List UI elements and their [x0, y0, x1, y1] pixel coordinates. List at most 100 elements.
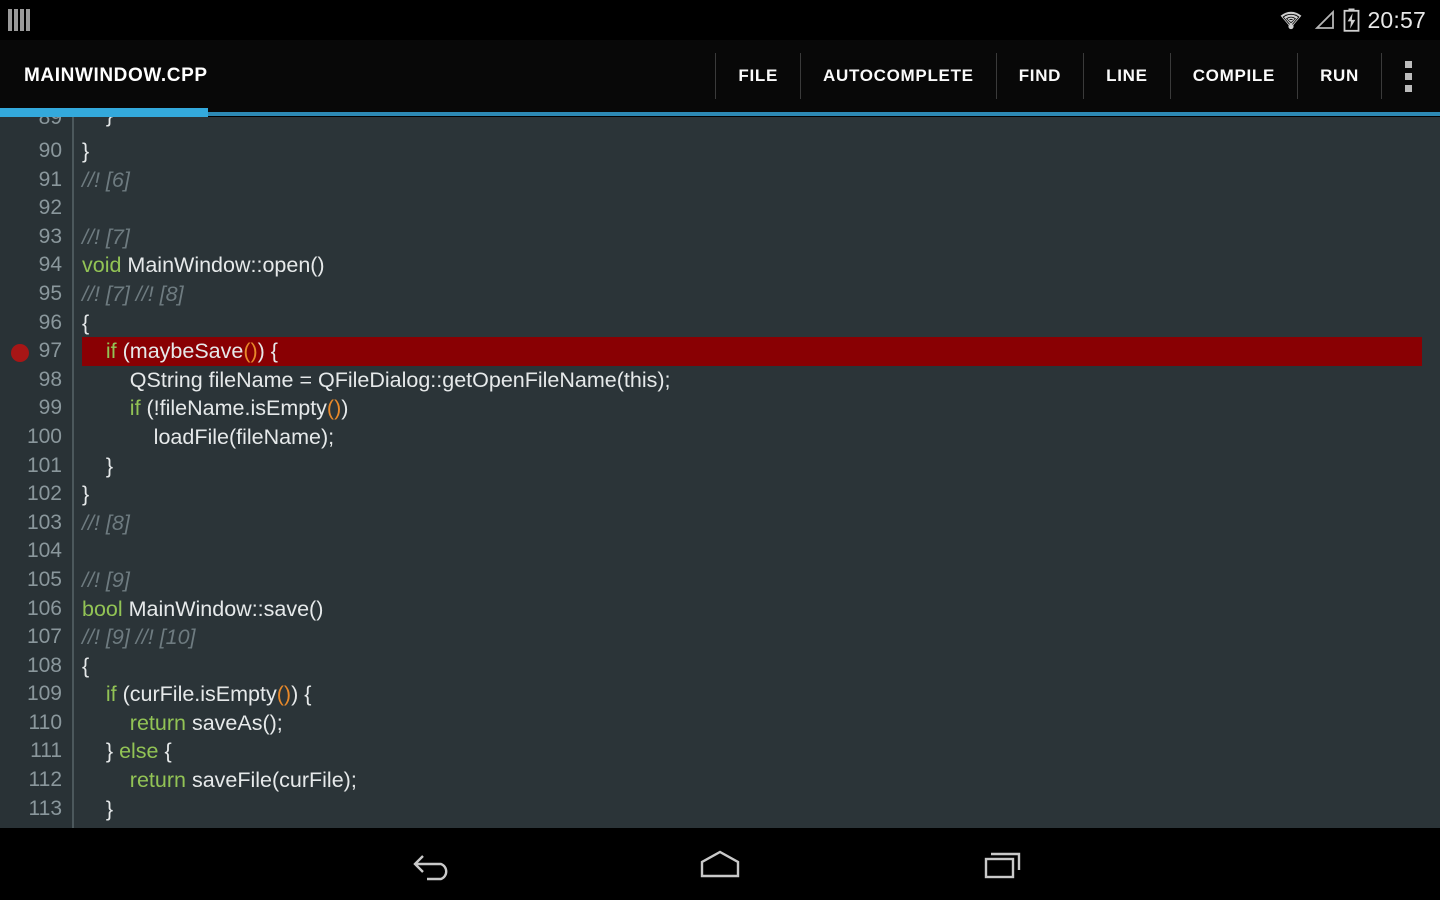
line-number: 90 — [38, 139, 62, 162]
code-line-89[interactable]: 89 } — [0, 117, 1440, 137]
code-line-110[interactable]: 110 return saveAs(); — [0, 709, 1440, 738]
token-pl: ) — [341, 396, 349, 421]
code-line-97[interactable]: 97 if (maybeSave()) { — [0, 337, 1440, 366]
code-text: if (curFile.isEmpty()) { — [82, 680, 1440, 709]
status-bar-right: 20:57 — [1277, 7, 1440, 34]
code-line-107[interactable]: 107 //! [9] //! [10] — [0, 623, 1440, 652]
overflow-menu-icon[interactable] — [1382, 46, 1434, 106]
line-number: 106 — [26, 596, 62, 620]
code-line-99[interactable]: 99 if (!fileName.isEmpty()) — [0, 394, 1440, 423]
active-tab-indicator[interactable] — [0, 108, 208, 117]
code-line-94[interactable]: 94 void MainWindow::open() — [0, 251, 1440, 280]
menu-line[interactable]: LINE — [1084, 46, 1170, 106]
code-text: bool MainWindow::save() — [82, 595, 1440, 624]
line-number: 93 — [38, 224, 62, 248]
menu-find[interactable]: FIND — [997, 46, 1083, 106]
line-number: 109 — [26, 682, 62, 706]
wifi-icon — [1279, 11, 1304, 30]
code-text: } — [82, 795, 1440, 824]
token-pn: () — [276, 682, 292, 707]
code-line-95[interactable]: 95 //! [7] //! [8] — [0, 280, 1440, 309]
token-pl: } — [82, 482, 90, 507]
line-number: 100 — [26, 424, 62, 448]
status-bar-left — [0, 9, 30, 31]
line-number: 102 — [26, 482, 62, 506]
code-line-98[interactable]: 98 QString fileName = QFileDialog::getOp… — [0, 366, 1440, 395]
token-kw: if — [105, 339, 117, 364]
token-kw: else — [119, 739, 159, 764]
back-arrow-icon[interactable] — [397, 836, 475, 892]
code-text: //! [9] //! [10] — [82, 623, 1440, 652]
line-number: 91 — [38, 167, 62, 191]
token-kw: void — [82, 253, 122, 278]
token-pl: (maybeSave — [116, 339, 244, 364]
code-line-105[interactable]: 105 //! [9] — [0, 566, 1440, 595]
token-pl: } — [82, 739, 120, 764]
code-text: if (!fileName.isEmpty()) — [82, 394, 1440, 423]
code-line-111[interactable]: 111 } else { — [0, 737, 1440, 766]
token-pn: () — [243, 339, 258, 364]
code-line-106[interactable]: 106 bool MainWindow::save() — [0, 595, 1440, 624]
menu-compile[interactable]: COMPILE — [1171, 46, 1297, 106]
page-title: MAINWINDOW.CPP — [24, 65, 208, 86]
menu-autocomplete[interactable]: AUTOCOMPLETE — [801, 46, 996, 106]
line-number: 98 — [38, 367, 62, 391]
code-line-102[interactable]: 102} — [0, 480, 1440, 509]
token-kw: return — [129, 710, 186, 735]
code-text: { — [82, 309, 1440, 338]
android-nav-bar — [0, 828, 1440, 900]
code-line-113[interactable]: 113 } — [0, 795, 1440, 824]
token-cm: //! [6] — [82, 167, 130, 192]
code-line-92[interactable]: 92 — [0, 194, 1440, 223]
token-pl: } — [82, 117, 113, 127]
code-line-93[interactable]: 93 //! [7] — [0, 223, 1440, 252]
code-editor[interactable]: 89 }90}91//! [6]9293//! [7]94void MainWi… — [0, 117, 1440, 828]
status-bar-clock: 20:57 — [1367, 6, 1426, 33]
recent-apps-icon[interactable] — [965, 836, 1043, 892]
code-text: //! [9] — [82, 566, 1440, 595]
code-text: } — [82, 480, 1440, 509]
line-number: 89 — [38, 117, 62, 129]
line-number: 111 — [30, 739, 62, 763]
battery-charging-icon — [1344, 8, 1360, 32]
line-number: 101 — [26, 453, 62, 477]
code-line-108[interactable]: 108 { — [0, 652, 1440, 681]
code-line-96[interactable]: 96 { — [0, 309, 1440, 338]
code-text: { — [82, 652, 1440, 681]
code-line-109[interactable]: 109 if (curFile.isEmpty()) { — [0, 680, 1440, 709]
token-kw: bool — [82, 596, 123, 621]
code-text: //! [6] — [82, 166, 1440, 195]
token-pl: saveAs(); — [185, 710, 283, 735]
code-text: //! [7] — [82, 223, 1440, 252]
code-line-103[interactable]: 103 //! [8] — [0, 509, 1440, 538]
code-text: } else { — [82, 737, 1440, 766]
token-pl: loadFile(fileName); — [82, 424, 335, 449]
app-toolbar: MAINWINDOW.CPP FILE AUTOCOMPLETE FIND LI… — [0, 40, 1440, 112]
code-text: //! [8] — [82, 509, 1440, 538]
four-bars-icon — [8, 9, 30, 31]
line-number: 113 — [28, 796, 62, 820]
token-pl: { — [82, 653, 90, 678]
menu-run[interactable]: RUN — [1298, 46, 1381, 106]
home-icon[interactable] — [681, 836, 759, 892]
code-line-91[interactable]: 91 //! [6] — [0, 166, 1440, 195]
code-text: return saveAs(); — [82, 709, 1440, 738]
line-number: 94 — [38, 253, 62, 277]
line-number: 95 — [38, 281, 62, 305]
code-line-101[interactable]: 101 } — [0, 452, 1440, 481]
line-number: 103 — [26, 510, 62, 534]
token-pl: { — [82, 310, 90, 335]
menu-file[interactable]: FILE — [716, 46, 800, 106]
token-pl: MainWindow::save() — [122, 596, 324, 621]
token-kw: return — [129, 768, 186, 793]
code-text: void MainWindow::open() — [82, 251, 1440, 280]
code-line-100[interactable]: 100 loadFile(fileName); — [0, 423, 1440, 452]
code-line-90[interactable]: 90} — [0, 137, 1440, 166]
line-number: 104 — [26, 539, 62, 563]
code-line-104[interactable]: 104 — [0, 537, 1440, 566]
code-line-112[interactable]: 112 return saveFile(curFile); — [0, 766, 1440, 795]
signal-triangle-icon — [1315, 9, 1335, 29]
